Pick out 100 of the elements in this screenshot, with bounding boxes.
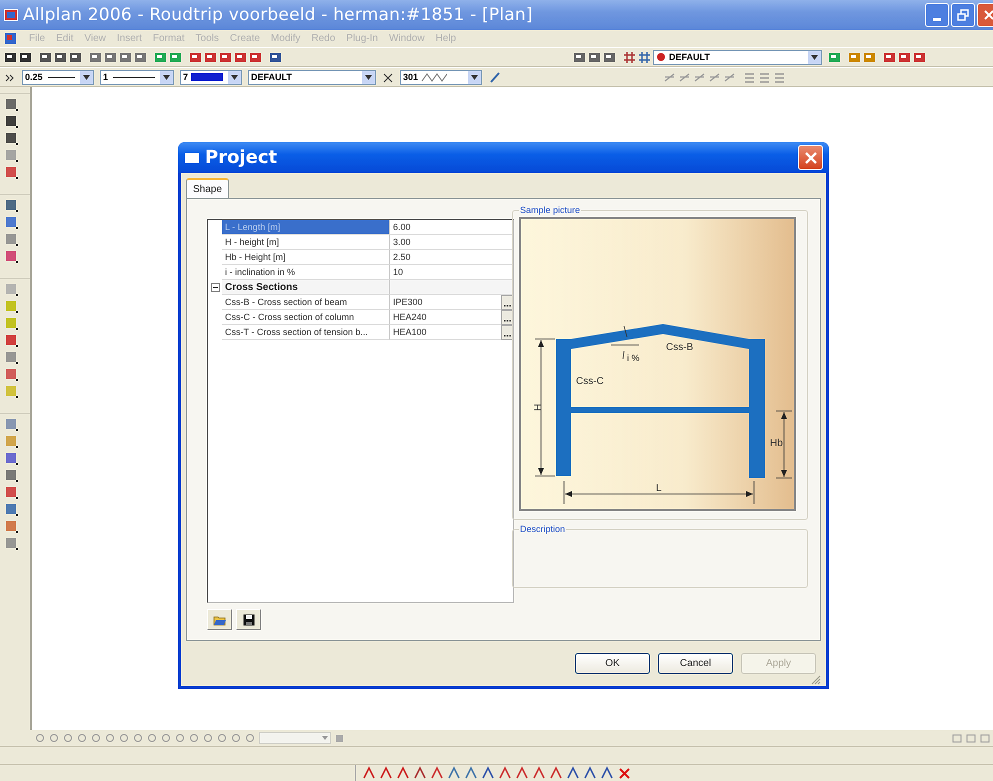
tool-icon[interactable] (4, 50, 18, 64)
group-label: Sample picture (519, 205, 582, 215)
tool-icon[interactable] (600, 766, 615, 780)
dots-icon (504, 304, 510, 306)
property-value[interactable]: IPE300 (393, 297, 501, 307)
layer-icon (656, 52, 666, 62)
view-tool-icon[interactable] (966, 732, 977, 744)
tool-icon[interactable] (4, 131, 20, 146)
view-tool-icon[interactable] (175, 732, 186, 744)
picture-label: Css-B (666, 342, 694, 353)
dots-icon (504, 334, 510, 336)
dropdown-icon (365, 74, 372, 80)
view-tool-icon[interactable] (161, 732, 172, 744)
dropdown-icon (471, 74, 478, 80)
picture-label: i % (627, 353, 640, 363)
group-label: Description (519, 524, 566, 534)
view-tool-icon[interactable] (49, 732, 60, 744)
restore-icon (957, 9, 969, 21)
close-icon (804, 152, 816, 164)
collapse-icon[interactable] (210, 283, 220, 292)
layer-combo[interactable]: DEFAULT (248, 70, 376, 84)
dropdown-icon (163, 74, 170, 80)
view-tool-icon[interactable] (147, 732, 158, 744)
property-value[interactable]: HEA240 (393, 312, 501, 322)
property-label[interactable]: H - height [m] (222, 235, 390, 250)
tool-icon[interactable] (19, 50, 33, 64)
property-value[interactable]: 2.50 (393, 252, 513, 262)
view-tool-icon[interactable] (35, 732, 46, 744)
dropdown-icon (231, 74, 238, 80)
tool-icon[interactable] (69, 50, 83, 64)
restore-button[interactable] (951, 3, 975, 27)
dots-icon (504, 318, 510, 322)
resize-grip-icon[interactable] (811, 675, 821, 685)
delete-icon[interactable] (617, 766, 632, 780)
tool-icon[interactable] (583, 766, 598, 780)
picture-label: H (533, 404, 544, 411)
dropdown-icon (322, 736, 328, 740)
close-button[interactable] (798, 145, 823, 170)
property-value[interactable]: HEA100 (393, 327, 501, 337)
view-tool-icon[interactable] (189, 732, 200, 744)
tool-icon[interactable] (573, 50, 587, 64)
picture-label: Css-C (576, 376, 604, 387)
view-tool-icon[interactable] (217, 732, 228, 744)
tool-icon[interactable] (39, 50, 53, 64)
angle-mark (610, 326, 640, 360)
dialog-title: Project (205, 147, 278, 168)
picture-label: Hb (770, 438, 783, 449)
property-group-label[interactable]: Cross Sections (222, 280, 390, 295)
save-button[interactable] (236, 609, 261, 630)
close-icon (984, 10, 993, 20)
layer-combo[interactable]: DEFAULT (653, 50, 822, 64)
pattern-icon[interactable] (382, 70, 394, 84)
property-label[interactable]: Css-B - Cross section of beam (222, 295, 390, 310)
folder-icon (212, 614, 226, 626)
floppy-icon (242, 614, 254, 626)
view-tool-icon[interactable] (91, 732, 102, 744)
view-tool-icon[interactable] (77, 732, 88, 744)
dialog-button[interactable]: OK (575, 653, 650, 674)
tab[interactable]: Shape (186, 178, 229, 198)
tool-icon[interactable] (54, 50, 68, 64)
tool-icon[interactable] (603, 50, 617, 64)
tool-icon[interactable] (566, 766, 581, 780)
minimize-button[interactable] (925, 3, 949, 27)
view-tool-icon[interactable] (63, 732, 74, 744)
tool-icon[interactable] (588, 50, 602, 64)
view-tool-icon[interactable] (231, 732, 242, 744)
property-value[interactable]: 6.00 (393, 222, 513, 232)
view-tool-icon[interactable] (245, 732, 256, 744)
picture-label: L (656, 483, 662, 494)
view-tool-icon[interactable] (203, 732, 214, 744)
view-tool-icon[interactable] (119, 732, 130, 744)
open-button[interactable] (207, 609, 232, 630)
color-combo[interactable]: 7 (180, 70, 242, 84)
property-label[interactable]: Css-C - Cross section of column (222, 310, 390, 325)
tool-icon[interactable] (269, 50, 283, 64)
minimize-icon (933, 18, 941, 20)
property-value[interactable]: 3.00 (393, 237, 513, 247)
window-title: Allplan 2006 - Roudtrip voorbeeld - herman:#1851 - [Plan] (23, 5, 534, 25)
tool-icon[interactable] (4, 114, 20, 129)
property-label[interactable]: Css-T - Cross section of tension b... (222, 325, 390, 340)
dialog-button[interactable]: Cancel (658, 653, 733, 674)
property-label[interactable]: Hb - Height [m] (222, 250, 390, 265)
grid-icon[interactable] (638, 50, 652, 64)
grid-icon[interactable] (623, 50, 637, 64)
pen-combo[interactable]: 0.25 (22, 70, 94, 84)
hatch-icon (421, 72, 448, 82)
property-label[interactable]: i - inclination in % (222, 265, 390, 280)
line-combo[interactable]: 1 (100, 70, 174, 84)
pen-icon[interactable] (488, 70, 502, 84)
view-tool-icon[interactable] (952, 732, 963, 744)
dropdown-icon (83, 74, 90, 80)
tool-icon[interactable] (413, 766, 428, 780)
view-tool-icon[interactable] (133, 732, 144, 744)
document-icon (4, 32, 18, 45)
view-tool-icon[interactable] (105, 732, 116, 744)
property-value[interactable]: 10 (393, 267, 513, 277)
dropdown-icon (811, 54, 818, 60)
view-tool-icon[interactable] (980, 732, 991, 744)
tool-icon[interactable] (481, 766, 496, 780)
pattern-combo[interactable]: 301 (400, 70, 482, 84)
